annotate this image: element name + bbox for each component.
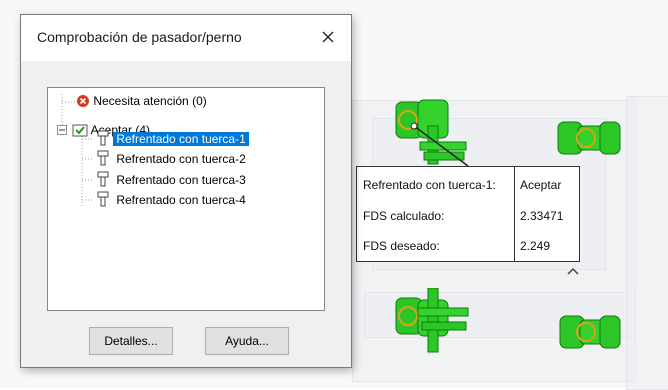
tree-node-attention-label: Necesita atención (0) [93,94,207,108]
folder-check-icon [72,124,88,137]
pin-bolt-check-dialog: Comprobación de pasador/perno Necesita a… [20,14,352,368]
tree-item-3[interactable]: Refrentado con tuerca-3 [96,171,249,189]
error-icon [77,94,89,107]
tree-item-4[interactable]: Refrentado con tuerca-4 [96,191,249,209]
tooltip-status: Aceptar [520,178,562,192]
tooltip-divider [514,167,515,261]
tree-item-4-label: Refrentado con tuerca-4 [116,193,246,207]
help-button[interactable]: Ayuda... [205,327,289,355]
fds-tooltip: Refrentado con tuerca-1: Aceptar FDS cal… [356,166,580,262]
tree-item-2-label: Refrentado con tuerca-2 [116,152,246,166]
tree-item-3-label: Refrentado con tuerca-3 [116,173,246,187]
bolt-top-right[interactable] [556,118,624,158]
fds-desired-label: FDS deseado: [363,239,440,253]
close-icon[interactable] [315,24,341,50]
bolt-bottom-right[interactable] [558,312,624,352]
tooltip-name: Refrentado con tuerca-1: [363,178,496,192]
fds-desired-value: 2.249 [520,239,551,253]
details-button[interactable]: Detalles... [89,327,173,355]
dialog-titlebar: Comprobación de pasador/perno [21,15,351,61]
part-ghost-right [626,96,668,390]
fds-calc-label: FDS calculado: [363,209,445,223]
tree-item-1-label: Refrentado con tuerca-1 [113,132,249,146]
bolt-icon [97,150,109,166]
tree-item-2[interactable]: Refrentado con tuerca-2 [96,150,249,168]
dialog-title: Comprobación de pasador/perno [37,29,242,45]
results-tree[interactable]: Necesita atención (0) Aceptar (4) Refren… [47,87,325,311]
bolt-icon [97,191,109,207]
bolt-icon [97,130,109,146]
collapse-icon[interactable] [57,125,67,135]
bolt-top-left[interactable] [394,96,484,166]
bolt-bottom-left[interactable] [394,288,484,354]
bolt-icon [97,171,109,187]
fds-calc-value: 2.33471 [520,209,564,223]
tree-node-attention[interactable]: Necesita atención (0) [76,92,207,110]
tree-item-1[interactable]: Refrentado con tuerca-1 [96,130,249,148]
chevron-up-icon[interactable] [566,266,580,276]
